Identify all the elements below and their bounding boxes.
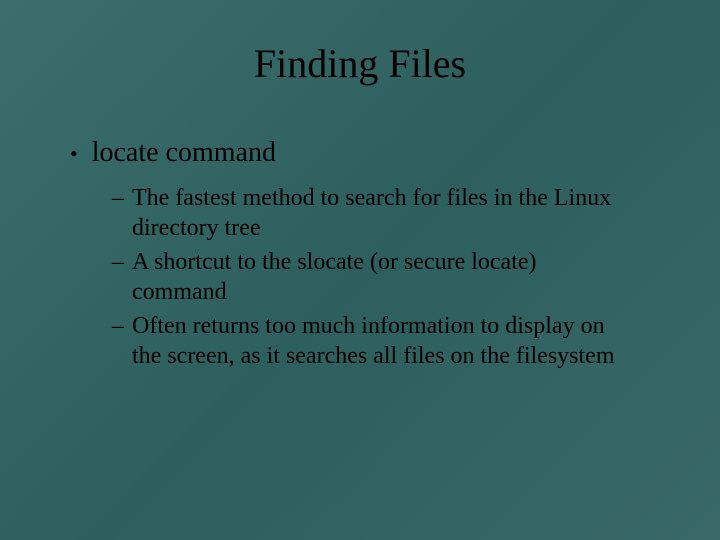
bullet-level1: • locate command [70, 137, 670, 171]
slide-container: Finding Files • locate command – The fas… [0, 0, 720, 540]
bullet-text: Often returns too much information to di… [132, 311, 630, 371]
bullet-text: locate command [92, 137, 276, 169]
bullet-level2: – A shortcut to the slocate (or secure l… [112, 247, 630, 307]
bullet-marker: • [70, 137, 78, 171]
slide-title: Finding Files [50, 40, 670, 87]
bullet-level2: – Often returns too much information to … [112, 311, 630, 371]
dash-marker: – [112, 247, 124, 277]
bullet-text: A shortcut to the slocate (or secure loc… [132, 247, 630, 307]
bullet-text: The fastest method to search for files i… [132, 183, 630, 243]
dash-marker: – [112, 183, 124, 213]
bullet-level2: – The fastest method to search for files… [112, 183, 630, 243]
dash-marker: – [112, 311, 124, 341]
